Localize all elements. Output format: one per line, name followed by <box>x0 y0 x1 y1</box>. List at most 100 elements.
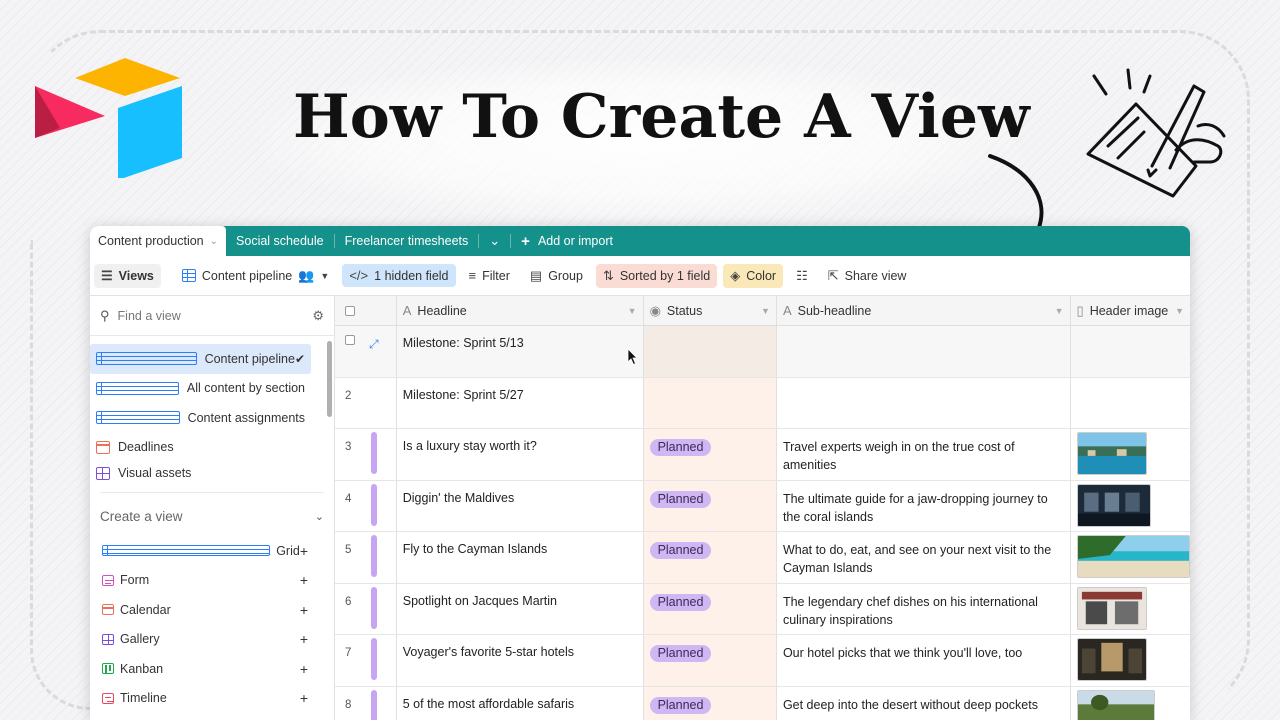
select-all-checkbox[interactable] <box>345 305 355 316</box>
expand-record-icon[interactable]: ⤢ <box>369 335 379 353</box>
table-row[interactable]: 5 Fly to the Cayman Islands Planned What… <box>335 532 1190 584</box>
sub-headline-cell[interactable]: Our hotel picks that we think you'll lov… <box>777 635 1071 686</box>
create-calendar-item[interactable]: Calendar + <box>90 595 334 625</box>
beach-image-thumbnail[interactable] <box>1076 535 1190 578</box>
chevron-down-icon[interactable]: ▼ <box>628 306 637 316</box>
table-row[interactable]: 2 Milestone: Sprint 5/27 <box>335 377 1190 429</box>
status-cell[interactable] <box>643 326 777 377</box>
sub-headline-cell[interactable]: Get deep into the desert without deep po… <box>777 686 1071 720</box>
sub-headline-cell[interactable] <box>777 377 1071 428</box>
eye-slash-icon: </> <box>349 268 369 283</box>
header-image-cell[interactable] <box>1071 326 1190 377</box>
header-image-cell[interactable] <box>1071 532 1190 583</box>
status-cell[interactable]: Planned <box>643 532 777 583</box>
row-number: 3 <box>345 441 352 453</box>
sub-headline-cell[interactable]: What to do, eat, and see on your next vi… <box>777 532 1071 583</box>
header-image-cell[interactable] <box>1071 635 1190 686</box>
plus-icon: + <box>299 572 308 589</box>
create-form-item[interactable]: Form + <box>90 566 334 596</box>
status-cell[interactable]: Planned <box>643 635 777 686</box>
table-row[interactable]: 8 5 of the most affordable safaris Plann… <box>335 686 1190 720</box>
view-item-visual-assets[interactable]: Visual assets <box>90 462 311 484</box>
status-cell[interactable]: Planned <box>643 429 777 480</box>
select-all-cell <box>335 296 397 325</box>
row-height-button[interactable]: ☷ <box>789 264 815 288</box>
column-header-sub-headline[interactable]: A Sub-headline ▼ <box>777 296 1071 325</box>
tab-social-schedule[interactable]: Social schedule <box>226 226 334 256</box>
sub-headline-cell[interactable]: Travel experts weigh in on the true cost… <box>777 429 1071 480</box>
create-view-header[interactable]: Create a view ⌄ <box>100 492 324 528</box>
table-row[interactable]: 6 Spotlight on Jacques Martin Planned Th… <box>335 583 1190 635</box>
column-header-header-image[interactable]: ▯ Header image ▼ <box>1071 296 1190 325</box>
table-row[interactable]: 4 Diggin' the Maldives Planned The ultim… <box>335 480 1190 532</box>
create-gallery-item[interactable]: Gallery + <box>90 625 334 655</box>
row-number-cell: 3 <box>335 429 397 480</box>
chevron-down-icon[interactable]: ▼ <box>1175 306 1184 316</box>
chevron-down-icon[interactable]: ▼ <box>761 306 770 316</box>
headline-cell[interactable]: Fly to the Cayman Islands <box>397 532 644 583</box>
header-image-cell[interactable] <box>1071 687 1190 720</box>
pool-image-thumbnail[interactable] <box>1076 432 1147 475</box>
headline-cell[interactable]: Is a luxury stay worth it? <box>397 429 644 480</box>
filter-button[interactable]: ≡ Filter <box>462 264 517 287</box>
status-cell[interactable] <box>643 377 777 428</box>
share-view-button[interactable]: ⇱ Share view <box>821 264 914 288</box>
view-item-content-pipeline[interactable]: Content pipeline ✔ <box>90 344 311 374</box>
table-row[interactable]: 3 Is a luxury stay worth it? Planned Tra… <box>335 429 1190 481</box>
lobby-image-thumbnail[interactable] <box>1076 638 1147 681</box>
tab-freelancer-timesheets[interactable]: Freelancer timesheets <box>335 226 479 256</box>
hidden-fields-button[interactable]: </> 1 hidden field <box>342 264 456 287</box>
savanna-image-thumbnail[interactable] <box>1076 689 1155 720</box>
more-tables-button[interactable]: ⌄ <box>479 226 510 256</box>
table-tabbar: Content production ⌄ Social schedule Fre… <box>90 226 1190 256</box>
resort-image-thumbnail[interactable] <box>1076 483 1151 527</box>
text-field-icon: A <box>402 303 412 318</box>
sub-headline-cell[interactable]: The legendary chef dishes on his interna… <box>777 583 1071 634</box>
headline-cell[interactable]: Milestone: Sprint 5/27 <box>397 377 644 428</box>
column-header-label: Status <box>666 303 703 318</box>
row-color-bar <box>371 483 377 526</box>
headline-cell[interactable]: Milestone: Sprint 5/13 <box>397 326 644 377</box>
attachment-icon: ▯ <box>1076 302 1084 318</box>
view-item-content-assignments[interactable]: Content assignments <box>90 403 311 433</box>
sub-headline-cell[interactable]: The ultimate guide for a jaw-dropping jo… <box>777 480 1071 531</box>
gear-icon[interactable]: ⚙ <box>312 308 324 324</box>
table-row[interactable]: ⤢ Milestone: Sprint 5/13 <box>335 326 1190 378</box>
sub-headline-cell[interactable] <box>777 326 1071 377</box>
table-row[interactable]: 7 Voyager's favorite 5-star hotels Plann… <box>335 635 1190 687</box>
row-number: 4 <box>345 492 352 505</box>
header-image-cell[interactable] <box>1071 584 1190 635</box>
cafe-image-thumbnail[interactable] <box>1076 586 1147 630</box>
column-header-status[interactable]: ◉ Status ▼ <box>644 296 777 325</box>
view-switcher[interactable]: Content pipeline 👥 ▼ <box>175 264 336 288</box>
sort-button[interactable]: ⇅ Sorted by 1 field <box>595 263 718 288</box>
gallery-icon <box>96 466 110 480</box>
create-timeline-item[interactable]: Timeline + <box>90 684 334 714</box>
status-cell[interactable]: Planned <box>643 686 777 720</box>
create-grid-item[interactable]: Grid + <box>90 536 334 566</box>
chevron-down-icon[interactable]: ▼ <box>1055 306 1064 316</box>
headline-cell[interactable]: Voyager's favorite 5-star hotels <box>397 635 644 686</box>
header-image-cell[interactable] <box>1071 378 1190 429</box>
search-icon: ⚲ <box>100 307 110 323</box>
views-button[interactable]: ☰ Views <box>94 263 161 288</box>
header-image-cell[interactable] <box>1071 481 1190 532</box>
headline-cell[interactable]: 5 of the most affordable safaris <box>397 686 644 720</box>
find-view-search[interactable]: ⚲ Find a view ⚙ <box>90 296 334 336</box>
group-button[interactable]: ▤ Group <box>523 264 590 288</box>
headline-cell[interactable]: Diggin' the Maldives <box>397 480 644 531</box>
add-or-import-button[interactable]: + Add or import <box>511 226 623 256</box>
row-checkbox[interactable] <box>345 335 355 345</box>
create-kanban-item[interactable]: Kanban + <box>90 654 334 684</box>
view-item-all-content[interactable]: All content by section <box>90 374 311 404</box>
status-cell[interactable]: Planned <box>643 480 777 531</box>
headline-text: Voyager's favorite 5-star hotels <box>402 645 574 659</box>
view-item-deadlines[interactable]: Deadlines <box>90 433 311 463</box>
status-cell[interactable]: Planned <box>643 583 777 634</box>
color-button[interactable]: ◈ Color <box>723 263 784 288</box>
column-header-headline[interactable]: A Headline ▼ <box>397 296 644 325</box>
header-image-cell[interactable] <box>1071 429 1190 480</box>
sidebar-scrollbar[interactable] <box>327 341 332 417</box>
headline-cell[interactable]: Spotlight on Jacques Martin <box>397 583 644 634</box>
tab-content-production[interactable]: Content production ⌄ <box>90 226 227 256</box>
